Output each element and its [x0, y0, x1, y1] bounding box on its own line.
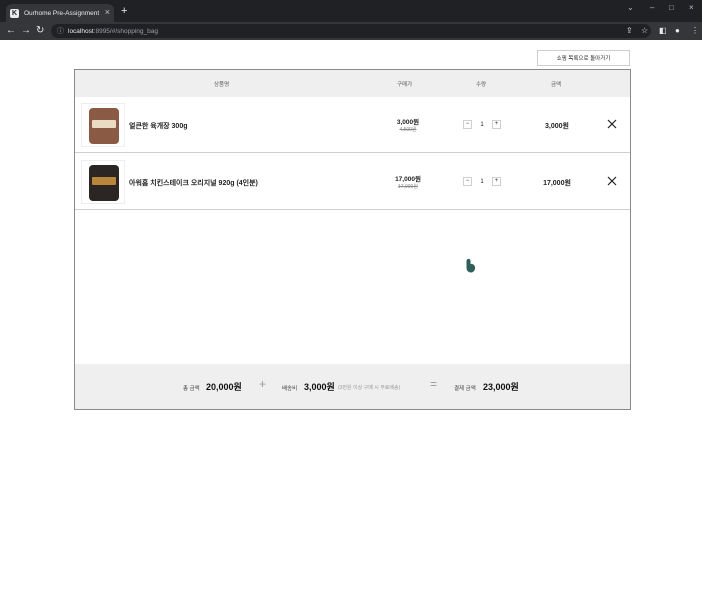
bookmark-star-icon[interactable]: ☆ [641, 25, 648, 37]
order-summary: 총 금액 20,000원 + 배송비 3,000원 (3만원 이상 구매 시 무… [75, 364, 630, 409]
cart-item: 얼큰한 육개장 300g 3,000원 4,500원 − 1 + 3,000원 [75, 97, 630, 153]
product-thumbnail [81, 160, 125, 204]
url-path: :8995/#/shopping_bag [93, 27, 158, 35]
forward-icon[interactable]: → [21, 24, 31, 37]
share-icon[interactable]: ⇪ [626, 25, 633, 37]
hand-cursor-icon [466, 258, 476, 273]
sale-price: 17,000원 [395, 176, 421, 183]
side-panel-icon[interactable]: ◧ [659, 25, 667, 37]
package-label [92, 120, 116, 128]
tab-close-icon[interactable]: × [105, 7, 110, 17]
browser-menu-icon[interactable]: ⋮ [691, 25, 699, 37]
cart-header: 상품명 구매가 수량 금액 [75, 70, 630, 97]
quantity-stepper: − 1 + [463, 176, 501, 187]
product-thumbnail [81, 103, 125, 147]
total-value: 20,000원 [206, 382, 242, 392]
tab-favicon-icon: K [10, 8, 19, 18]
original-price: 17,900원 [398, 184, 418, 190]
increase-quantity-button[interactable]: + [492, 177, 501, 186]
column-quantity: 수량 [476, 82, 487, 88]
profile-icon[interactable]: ● [675, 25, 680, 37]
quantity-stepper: − 1 + [463, 119, 501, 130]
browser-tab-bar: K Ourhome Pre-Assignment × + ⌄ – □ × [0, 0, 702, 22]
decrease-quantity-button[interactable]: − [463, 120, 472, 129]
back-to-shopping-list-button[interactable]: 쇼핑 목록으로 돌아가기 [537, 50, 630, 66]
plus-sign: + [259, 377, 267, 391]
item-amount: 17,000원 [543, 180, 571, 187]
browser-toolbar: ← → ↻ ⓘ localhost :8995/#/shopping_bag ⇪… [0, 22, 702, 40]
total-label: 총 금액 [183, 386, 200, 392]
shipping-value: 3,000원 [304, 382, 335, 392]
quantity-value: 1 [480, 178, 484, 185]
product-package-image [89, 108, 119, 144]
increase-quantity-button[interactable]: + [492, 120, 501, 129]
reload-icon[interactable]: ↻ [36, 24, 44, 37]
window-close-icon[interactable]: × [689, 3, 694, 12]
minimize-icon[interactable]: – [650, 3, 654, 12]
original-price: 4,500원 [399, 127, 417, 133]
new-tab-icon[interactable]: + [121, 5, 127, 17]
product-package-image [89, 165, 119, 201]
maximize-icon[interactable]: □ [669, 3, 674, 12]
tab-search-icon[interactable]: ⌄ [627, 3, 634, 12]
equals-sign: = [430, 377, 438, 391]
cart-item: 아워홈 치킨스테이크 오리지널 920g (4인분) 17,000원 17,90… [75, 154, 630, 210]
quantity-value: 1 [480, 121, 484, 128]
payment-value: 23,000원 [483, 382, 519, 392]
decrease-quantity-button[interactable]: − [463, 177, 472, 186]
payment-label: 결제 금액 [454, 386, 476, 392]
url-host: localhost [68, 27, 94, 35]
tab-title: Ourhome Pre-Assignment [24, 9, 100, 17]
remove-item-icon[interactable] [605, 174, 619, 188]
column-amount: 금액 [551, 82, 562, 88]
shipping-note: (3만원 이상 구매 시 무료배송) [338, 385, 401, 391]
product-name[interactable]: 얼큰한 육개장 300g [129, 121, 188, 131]
back-icon[interactable]: ← [6, 24, 16, 37]
sale-price: 3,000원 [396, 119, 420, 126]
column-product: 상품명 [214, 82, 230, 88]
shopping-bag: 상품명 구매가 수량 금액 얼큰한 육개장 300g 3,000원 4,500원… [74, 69, 631, 410]
column-price: 구매가 [397, 82, 413, 88]
address-bar[interactable]: ⓘ localhost :8995/#/shopping_bag [51, 24, 651, 38]
item-amount: 3,000원 [545, 123, 569, 130]
remove-item-icon[interactable] [605, 117, 619, 131]
product-name[interactable]: 아워홈 치킨스테이크 오리지널 920g (4인분) [129, 178, 258, 188]
package-label [92, 177, 116, 185]
site-info-icon[interactable]: ⓘ [57, 26, 64, 36]
browser-tab[interactable]: K Ourhome Pre-Assignment × [6, 4, 114, 22]
shipping-label: 배송비 [282, 386, 298, 392]
